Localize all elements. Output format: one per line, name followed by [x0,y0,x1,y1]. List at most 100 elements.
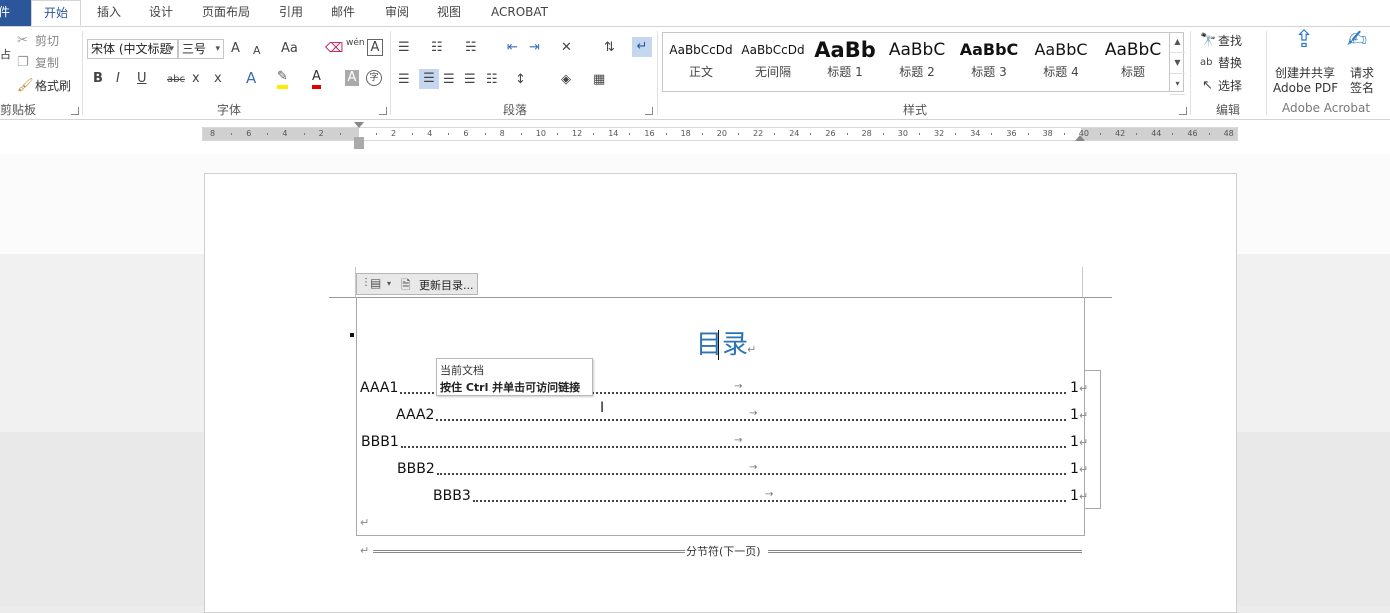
toc-menu-icon[interactable]: ▤ [370,276,381,290]
font-name-select[interactable]: 宋体 (中文标题 ▾ [87,39,178,59]
first-line-indent-marker[interactable] [354,122,364,128]
select-button[interactable]: 选择 [1218,78,1242,94]
replace-button[interactable]: 替换 [1218,55,1242,71]
font-color-button[interactable]: A [312,69,321,89]
character-border-icon[interactable]: A [367,39,383,56]
ruler-tick [231,133,233,135]
tab-file[interactable]: 件 [0,0,34,26]
style-heading-1[interactable]: AaBb 标题 1 [809,37,881,89]
tab-insert[interactable]: 插入 [97,0,121,26]
create-share-pdf-button[interactable]: 创建并共享 [1275,65,1335,81]
italic-button[interactable]: I [116,71,120,87]
ruler-tick [737,133,739,135]
format-painter-button[interactable]: 格式刷 [35,78,71,94]
highlight-color-icon[interactable]: ✎ [277,69,288,89]
ruler-number: 14 [608,129,619,138]
style-heading-3[interactable]: AaBbC 标题 3 [953,37,1025,89]
align-center-icon[interactable]: ☰ [419,69,439,89]
numbering-icon[interactable]: ☷ [431,40,443,56]
style-heading-4[interactable]: AaBbC 标题 4 [1025,37,1097,89]
tab-mailings[interactable]: 邮件 [331,0,355,26]
style-name: 标题 2 [899,65,935,79]
justify-icon[interactable]: ☰ [464,72,476,88]
toc-entry-text[interactable]: AAA1 [360,378,398,398]
tab-arrow-icon: → [734,435,743,446]
grow-font-button[interactable]: A [231,41,240,57]
phonetic-guide-button[interactable]: wén [346,35,365,51]
ruler-tick [1027,133,1029,135]
ruler-number: 32 [934,129,945,138]
chevron-down-icon[interactable]: ▾ [387,279,391,288]
font-size-select[interactable]: 三号 ▾ [178,39,224,59]
text-effects-button[interactable]: A [246,70,256,86]
tab-arrow-icon: → [749,462,758,473]
ruler-number: 34 [970,129,981,138]
cut-button[interactable]: 剪切 [35,33,59,49]
paragraph-mark: ↵ [1079,382,1089,395]
font-launcher-icon[interactable] [379,107,387,115]
tab-page-layout[interactable]: 页面布局 [202,0,250,26]
multilevel-list-icon[interactable]: ☵ [465,40,477,56]
ruler-number: 8 [499,129,505,138]
toc-entry-text[interactable]: AAA2 [396,405,434,425]
styles-launcher-icon[interactable] [1179,107,1187,115]
bold-button[interactable]: B [93,71,103,87]
clear-formatting-icon[interactable]: ⌫ [325,41,343,57]
style-heading-2[interactable]: AaBbC 标题 2 [881,37,953,89]
ruler-tick [520,133,522,135]
scroll-up-icon[interactable]: ▲ [1170,32,1185,53]
distributed-icon[interactable]: ☷ [486,72,498,88]
ruler-number: 42 [1115,129,1126,138]
ruler-number: 2 [391,129,397,138]
strikethrough-button[interactable]: abc [167,72,185,88]
bullets-icon[interactable]: ☰ [398,40,410,56]
toc-title: 目录 [696,330,749,360]
clipboard-group-label: 剪贴板 [0,103,37,117]
toc-entry-text[interactable]: BBB2 [397,459,435,479]
tab-home[interactable]: 开始 [31,0,81,26]
decrease-indent-icon[interactable]: ⇤ [507,40,518,56]
ruler-number: 10 [535,129,546,138]
borders-icon[interactable]: ▦ [593,72,605,88]
scroll-down-icon[interactable]: ▼ [1170,53,1185,74]
clipboard-launcher-icon[interactable] [71,107,79,115]
style-title[interactable]: AaBbC 标题 [1097,37,1169,89]
toc-entry-text[interactable]: BBB1 [361,432,399,452]
increase-indent-icon[interactable]: ⇥ [529,40,540,56]
change-case-button[interactable]: Aa [281,41,298,57]
tab-design[interactable]: 设计 [149,0,173,26]
tab-review[interactable]: 审阅 [385,0,409,26]
tab-view[interactable]: 视图 [437,0,461,26]
copy-button[interactable]: 复制 [35,55,59,71]
paragraph-launcher-icon[interactable] [645,107,653,115]
superscript-button[interactable]: x [214,71,222,87]
ruler-number: 8 [210,129,216,138]
ruler-number: 26 [825,129,836,138]
request-signature-button[interactable]: 请求 [1350,65,1374,81]
tab-arrow-icon: → [765,489,774,500]
sort-icon[interactable]: ⇅ [604,40,615,56]
shrink-font-button[interactable]: A [253,43,261,59]
align-left-icon[interactable]: ☰ [398,72,410,88]
tab-references[interactable]: 引用 [279,0,303,26]
chinese-layout-icon[interactable]: ✕ [561,40,572,56]
more-styles-icon[interactable]: ▾ [1170,74,1185,95]
update-toc-button[interactable]: 更新目录... [419,277,474,293]
right-indent-marker[interactable] [1075,135,1085,141]
character-shading-button[interactable]: A [345,70,359,86]
show-marks-icon[interactable]: ↵ [632,37,652,57]
find-icon: 🔭 [1200,33,1217,48]
tab-acrobat[interactable]: ACROBAT [491,0,548,26]
enclose-characters-button[interactable]: 字 [366,70,382,86]
underline-button[interactable]: U [137,71,147,87]
hanging-indent-marker[interactable] [354,137,364,149]
style-normal[interactable]: AaBbCcDd 正文 [665,37,737,89]
toc-entry-text[interactable]: BBB3 [433,486,471,506]
align-right-icon[interactable]: ☰ [443,72,455,88]
line-spacing-icon[interactable]: ↕ [515,72,526,88]
find-button[interactable]: 查找 [1218,33,1242,49]
shading-icon[interactable]: ◈ [561,72,571,88]
style-no-spacing[interactable]: AaBbCcDd 无间隔 [737,37,809,89]
subscript-button[interactable]: x [192,71,200,87]
paste-button[interactable]: 占 [0,47,11,63]
